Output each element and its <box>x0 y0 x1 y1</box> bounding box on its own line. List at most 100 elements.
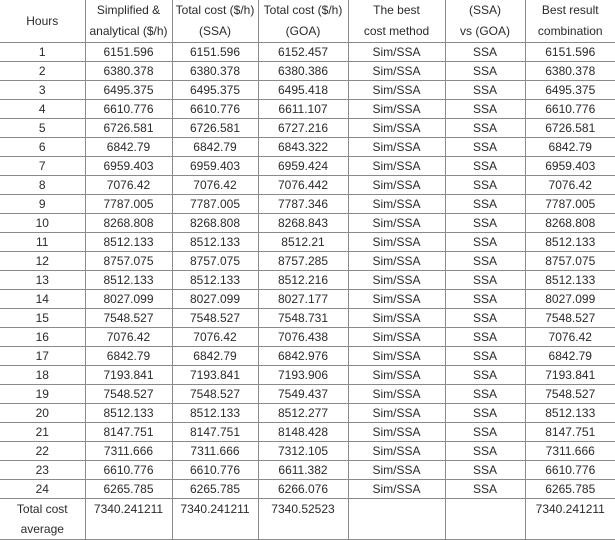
cell-goa: 6266.076 <box>258 480 348 499</box>
cell-ssa: 6726.581 <box>172 119 258 138</box>
cell-best-method: Sim/SSA <box>348 233 445 252</box>
cell-ssa: 6610.776 <box>172 461 258 480</box>
cell-ssa: 8268.808 <box>172 214 258 233</box>
cell-ssa: 8512.133 <box>172 233 258 252</box>
table-row: 118512.1338512.1338512.21Sim/SSASSA8512.… <box>0 233 615 252</box>
cell-best-method: Sim/SSA <box>348 404 445 423</box>
cell-hour: 21 <box>0 423 85 442</box>
cell-ssa-vs-goa: SSA <box>445 442 525 461</box>
cell-hour: 8 <box>0 176 85 195</box>
cell-simplified: 6495.375 <box>85 81 172 100</box>
cell-simplified: 7311.666 <box>85 442 172 461</box>
table-row: 97787.0057787.0057787.346Sim/SSASSA7787.… <box>0 195 615 214</box>
cell-simplified: 8512.133 <box>85 233 172 252</box>
cell-hour: 12 <box>0 252 85 271</box>
cell-ssa: 6610.776 <box>172 100 258 119</box>
table-row: 176842.796842.796842.976Sim/SSASSA6842.7… <box>0 347 615 366</box>
footer-label-line-2: average <box>0 519 85 539</box>
header-simplified-analytical: Simplified &analytical ($/h) <box>85 0 172 43</box>
cell-best-result: 6151.596 <box>525 43 615 62</box>
cell-hour: 11 <box>0 233 85 252</box>
cell-best-method: Sim/SSA <box>348 442 445 461</box>
header-best-result-combination: Best resultcombination <box>525 0 615 43</box>
cell-ssa: 6380.378 <box>172 62 258 81</box>
cell-simplified: 6959.403 <box>85 157 172 176</box>
cell-goa: 6611.382 <box>258 461 348 480</box>
cell-ssa-vs-goa: SSA <box>445 214 525 233</box>
cell-simplified: 6380.378 <box>85 62 172 81</box>
cell-hour: 24 <box>0 480 85 499</box>
cell-ssa-vs-goa: SSA <box>445 100 525 119</box>
table-row: 56726.5816726.5816727.216Sim/SSASSA6726.… <box>0 119 615 138</box>
cell-hour: 15 <box>0 309 85 328</box>
cell-ssa-vs-goa: SSA <box>445 271 525 290</box>
footer-empty-compare <box>445 499 525 540</box>
cell-hour: 3 <box>0 81 85 100</box>
cell-simplified: 7548.527 <box>85 385 172 404</box>
cell-simplified: 6726.581 <box>85 119 172 138</box>
cell-ssa: 6842.79 <box>172 138 258 157</box>
cell-goa: 7549.437 <box>258 385 348 404</box>
cell-hour: 16 <box>0 328 85 347</box>
table-row: 66842.796842.796843.322Sim/SSASSA6842.79 <box>0 138 615 157</box>
table-row: 128757.0758757.0758757.285Sim/SSASSA8757… <box>0 252 615 271</box>
cell-goa: 6611.107 <box>258 100 348 119</box>
cell-ssa-vs-goa: SSA <box>445 252 525 271</box>
cell-hour: 7 <box>0 157 85 176</box>
cell-ssa-vs-goa: SSA <box>445 119 525 138</box>
table-row: 218147.7518147.7518148.428Sim/SSASSA8147… <box>0 423 615 442</box>
table-row: 148027.0998027.0998027.177Sim/SSASSA8027… <box>0 290 615 309</box>
cell-hour: 10 <box>0 214 85 233</box>
cell-simplified: 7193.841 <box>85 366 172 385</box>
header-line-1: Simplified & <box>86 0 172 21</box>
cell-best-result: 7548.527 <box>525 309 615 328</box>
cell-ssa: 7193.841 <box>172 366 258 385</box>
cell-ssa: 8512.133 <box>172 404 258 423</box>
footer-empty-method <box>348 499 445 540</box>
cell-hour: 9 <box>0 195 85 214</box>
cell-ssa-vs-goa: SSA <box>445 176 525 195</box>
cell-ssa-vs-goa: SSA <box>445 62 525 81</box>
cell-goa: 6380.386 <box>258 62 348 81</box>
cell-goa: 7312.105 <box>258 442 348 461</box>
cell-best-method: Sim/SSA <box>348 100 445 119</box>
cell-best-method: Sim/SSA <box>348 290 445 309</box>
cell-simplified: 8512.133 <box>85 271 172 290</box>
table-row: 138512.1338512.1338512.216Sim/SSASSA8512… <box>0 271 615 290</box>
cell-best-result: 7076.42 <box>525 328 615 347</box>
cell-goa: 7193.906 <box>258 366 348 385</box>
cell-best-method: Sim/SSA <box>348 461 445 480</box>
cell-ssa-vs-goa: SSA <box>445 195 525 214</box>
cell-ssa: 6959.403 <box>172 157 258 176</box>
cell-goa: 6843.322 <box>258 138 348 157</box>
footer-avg-ssa: 7340.241211 <box>172 499 258 540</box>
cell-goa: 8512.21 <box>258 233 348 252</box>
cell-best-result: 6842.79 <box>525 138 615 157</box>
cell-goa: 8268.843 <box>258 214 348 233</box>
table-row: 87076.427076.427076.442Sim/SSASSA7076.42 <box>0 176 615 195</box>
footer-avg-simplified: 7340.241211 <box>85 499 172 540</box>
cell-goa: 7076.442 <box>258 176 348 195</box>
cell-ssa-vs-goa: SSA <box>445 385 525 404</box>
cell-goa: 7076.438 <box>258 328 348 347</box>
cell-hour: 22 <box>0 442 85 461</box>
cell-simplified: 8757.075 <box>85 252 172 271</box>
header-line-1: The best <box>349 0 445 21</box>
cell-ssa-vs-goa: SSA <box>445 157 525 176</box>
cell-ssa-vs-goa: SSA <box>445 81 525 100</box>
cell-best-result: 8268.808 <box>525 214 615 233</box>
header-row: Hours Simplified &analytical ($/h) Total… <box>0 0 615 43</box>
cell-hour: 2 <box>0 62 85 81</box>
cell-ssa-vs-goa: SSA <box>445 138 525 157</box>
table-row: 157548.5277548.5277548.731Sim/SSASSA7548… <box>0 309 615 328</box>
cell-best-result: 8512.133 <box>525 404 615 423</box>
cell-hour: 18 <box>0 366 85 385</box>
header-total-cost-ssa: Total cost ($/h)(SSA) <box>172 0 258 43</box>
cell-best-method: Sim/SSA <box>348 347 445 366</box>
cell-hour: 17 <box>0 347 85 366</box>
cell-goa: 6727.216 <box>258 119 348 138</box>
cell-goa: 8027.177 <box>258 290 348 309</box>
table-row: 187193.8417193.8417193.906Sim/SSASSA7193… <box>0 366 615 385</box>
cell-best-method: Sim/SSA <box>348 214 445 233</box>
header-hours: Hours <box>0 0 85 43</box>
